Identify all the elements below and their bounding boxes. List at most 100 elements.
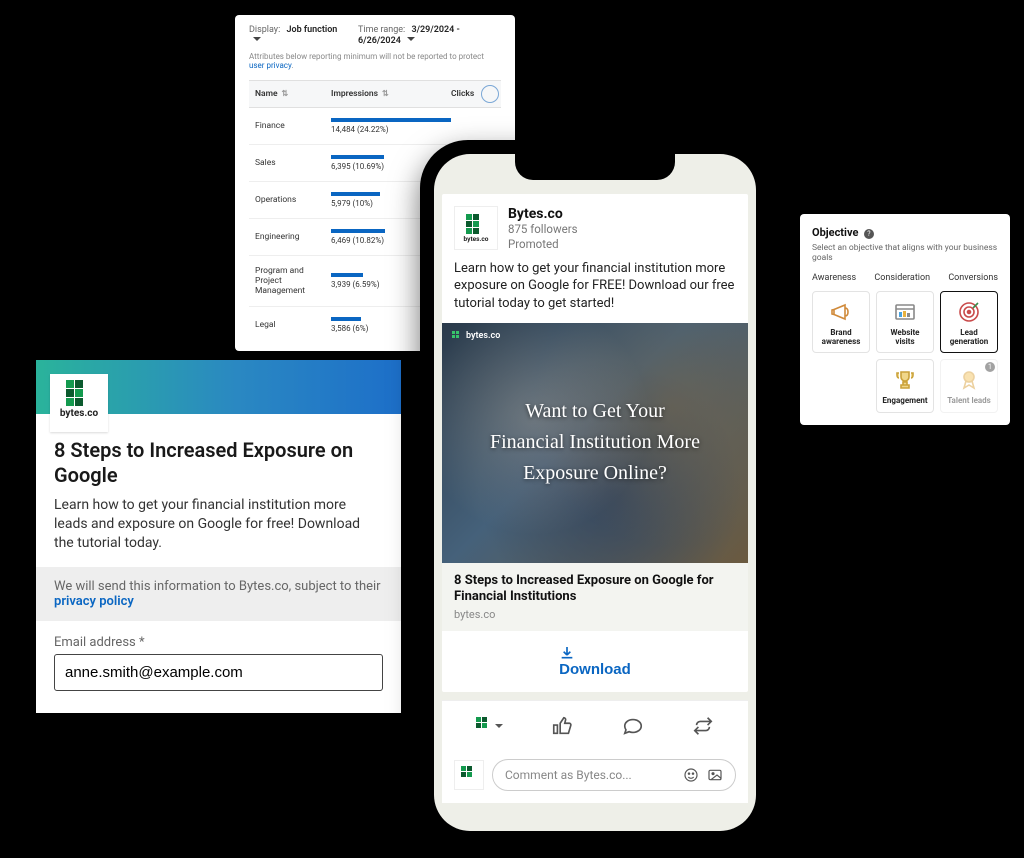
sort-icon: ⇅: [382, 89, 389, 98]
objective-card-label: Brand awareness: [817, 328, 865, 346]
ribbon-icon: [945, 368, 993, 392]
tab-consideration[interactable]: Consideration: [874, 273, 930, 283]
objective-card-label: Website visits: [881, 328, 929, 346]
objective-card-browser[interactable]: Website visits: [876, 291, 934, 353]
phone-notch: [515, 154, 675, 180]
comment-placeholder: Comment as Bytes.co...: [505, 768, 632, 782]
like-button[interactable]: [541, 707, 583, 745]
row-name: Program and Project Management: [255, 266, 331, 296]
objective-card-megaphone[interactable]: Brand awareness: [812, 291, 870, 353]
objective-header: Objective ?: [812, 226, 998, 239]
post-body-text: Learn how to get your financial institut…: [442, 260, 748, 323]
bar-icon: [331, 155, 384, 159]
post-author-name[interactable]: Bytes.co: [508, 206, 578, 222]
bar-icon: [331, 317, 361, 321]
post-link-card[interactable]: 8 Steps to Increased Exposure on Google …: [442, 563, 748, 632]
col-impressions[interactable]: Impressions⇅: [331, 89, 451, 99]
bar-icon: [331, 229, 385, 233]
objective-panel: Objective ? Select an objective that ali…: [800, 214, 1010, 425]
post-followers: 875 followers: [508, 222, 578, 237]
repost-icon: [692, 715, 714, 737]
comment-button[interactable]: [612, 707, 654, 745]
company-logo: bytes.co: [50, 374, 108, 432]
row-name: Engineering: [255, 232, 331, 242]
row-name: Legal: [255, 320, 331, 330]
bytes-logo-icon: [466, 214, 486, 234]
bar-icon: [331, 192, 380, 196]
tab-awareness[interactable]: Awareness: [812, 273, 856, 283]
lead-privacy-note: We will send this information to Bytes.c…: [36, 567, 401, 621]
bar-icon: [331, 118, 451, 122]
privacy-policy-link[interactable]: privacy policy: [54, 594, 134, 609]
col-name[interactable]: Name⇅: [255, 89, 331, 99]
bytes-logo-icon: [461, 766, 477, 782]
tab-conversions[interactable]: Conversions: [948, 273, 998, 283]
objective-title: Objective: [812, 226, 858, 239]
emoji-icon[interactable]: [683, 767, 699, 783]
analytics-header-row: Name⇅ Impressions⇅ Clicks: [249, 80, 501, 108]
bytes-logo-icon: [66, 380, 92, 406]
post-action-bar: [442, 700, 748, 751]
phone-screen: bytes.co Bytes.co 875 followers Promoted…: [434, 154, 756, 831]
comment-input[interactable]: Comment as Bytes.co...: [492, 759, 736, 791]
chevron-down-icon: [495, 724, 503, 732]
lead-banner: bytes.co: [36, 360, 401, 414]
bar-icon: [331, 273, 363, 277]
objective-card-trophy[interactable]: Engagement: [876, 359, 934, 412]
timerange-filter[interactable]: Time range: 3/29/2024 - 6/26/2024: [358, 25, 501, 46]
sort-icon: ⇅: [282, 89, 289, 98]
display-filter[interactable]: Display: Job function: [249, 25, 340, 46]
col-clicks[interactable]: Clicks: [451, 89, 495, 99]
repost-button[interactable]: [682, 707, 724, 745]
phone-frame: bytes.co Bytes.co 875 followers Promoted…: [420, 140, 770, 845]
hero-brand-tag: bytes.co: [452, 331, 500, 341]
objective-subtitle: Select an objective that aligns with you…: [812, 243, 998, 263]
react-as-button[interactable]: [466, 707, 513, 745]
post-link-title: 8 Steps to Increased Exposure on Google …: [454, 573, 736, 607]
help-icon[interactable]: ?: [864, 229, 874, 239]
email-field-label: Email address *: [54, 635, 383, 650]
hero-headline: Want to Get Your Financial Institution M…: [490, 396, 700, 489]
objective-card-label: Engagement: [881, 396, 929, 405]
sponsored-post: bytes.co Bytes.co 875 followers Promoted…: [442, 194, 748, 692]
chevron-down-icon: [407, 37, 415, 45]
trophy-icon: [881, 368, 929, 392]
commenter-avatar[interactable]: [454, 760, 484, 790]
badge-icon: 1: [985, 362, 995, 372]
like-icon: [551, 715, 573, 737]
bytes-logo-icon: [476, 717, 492, 733]
chevron-down-icon: [253, 37, 261, 45]
image-icon[interactable]: [707, 767, 723, 783]
bytes-logo-icon: [452, 331, 462, 341]
row-name: Operations: [255, 195, 331, 205]
lead-gen-card: bytes.co 8 Steps to Increased Exposure o…: [36, 360, 401, 713]
lead-title: 8 Steps to Increased Exposure on Google: [54, 438, 383, 488]
timerange-filter-label: Time range:: [358, 25, 405, 35]
download-button[interactable]: Download: [559, 645, 631, 678]
row-name: Sales: [255, 158, 331, 168]
circle-highlight: [481, 85, 499, 103]
email-field[interactable]: [54, 654, 383, 691]
objective-card-label: Talent leads: [945, 396, 993, 405]
display-filter-value: Job function: [286, 25, 337, 35]
post-hero-image[interactable]: bytes.co Want to Get Your Financial Inst…: [442, 323, 748, 563]
download-icon: [559, 645, 575, 661]
row-name: Finance: [255, 121, 331, 131]
target-icon: [945, 300, 993, 324]
objective-card-target[interactable]: Lead generation: [940, 291, 998, 353]
row-impressions: 14,484 (24.22%): [331, 118, 451, 134]
objective-card-ribbon[interactable]: 1 Talent leads: [940, 359, 998, 412]
browser-icon: [881, 300, 929, 324]
lead-description: Learn how to get your financial institut…: [54, 496, 383, 553]
post-link-domain: bytes.co: [454, 608, 736, 621]
comment-icon: [622, 715, 644, 737]
comment-composer: Comment as Bytes.co...: [442, 751, 748, 803]
company-logo-text: bytes.co: [56, 408, 102, 419]
objective-tabs: Awareness Consideration Conversions: [812, 273, 998, 283]
megaphone-icon: [817, 300, 865, 324]
display-filter-label: Display:: [249, 25, 280, 35]
analytics-privacy-note: Attributes below reporting minimum will …: [249, 52, 501, 70]
post-promoted-label: Promoted: [508, 237, 578, 252]
post-author-logo[interactable]: bytes.co: [454, 206, 498, 250]
user-privacy-link[interactable]: user privacy: [249, 61, 291, 70]
